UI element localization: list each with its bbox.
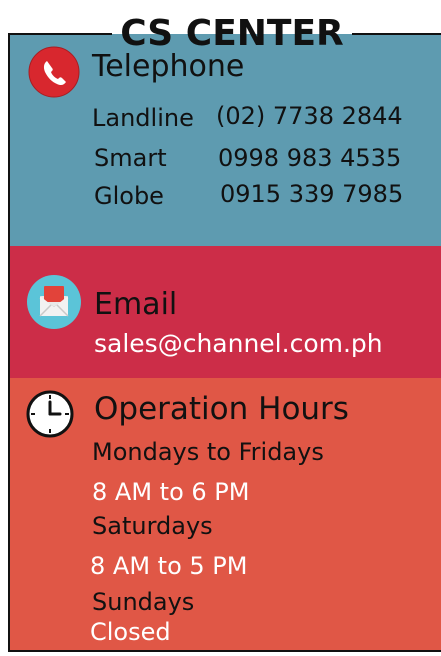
landline-number[interactable]: (02) 7738 2844 (216, 102, 403, 130)
globe-number[interactable]: 0915 339 7985 (220, 180, 403, 208)
smart-number[interactable]: 0998 983 4535 (218, 144, 401, 172)
frame-top-right-line (352, 33, 441, 35)
saturday-hours: 8 AM to 5 PM (90, 552, 248, 580)
phone-icon (28, 46, 80, 98)
frame-top-left-line (8, 33, 112, 35)
email-title: Email (94, 287, 178, 322)
cs-center-card: Telephone Landline (02) 7738 2844 Smart … (8, 34, 441, 652)
weekday-label: Mondays to Fridays (92, 438, 324, 466)
mail-icon (27, 275, 81, 329)
smart-label: Smart (94, 144, 167, 172)
email-address[interactable]: sales@channel.com.ph (94, 330, 383, 358)
page-title: CS CENTER (120, 13, 344, 54)
operation-hours-title: Operation Hours (94, 391, 349, 427)
email-section: Email sales@channel.com.ph (10, 246, 441, 378)
sunday-hours: Closed (90, 618, 171, 646)
landline-label: Landline (92, 104, 194, 132)
clock-icon (26, 390, 74, 438)
operation-hours-section: Operation Hours Mondays to Fridays 8 AM … (10, 378, 441, 650)
telephone-title: Telephone (92, 49, 245, 84)
globe-label: Globe (94, 182, 164, 210)
saturday-label: Saturdays (92, 512, 213, 540)
weekday-hours: 8 AM to 6 PM (92, 478, 250, 506)
sunday-label: Sundays (92, 588, 195, 616)
telephone-section: Telephone Landline (02) 7738 2844 Smart … (10, 34, 441, 246)
